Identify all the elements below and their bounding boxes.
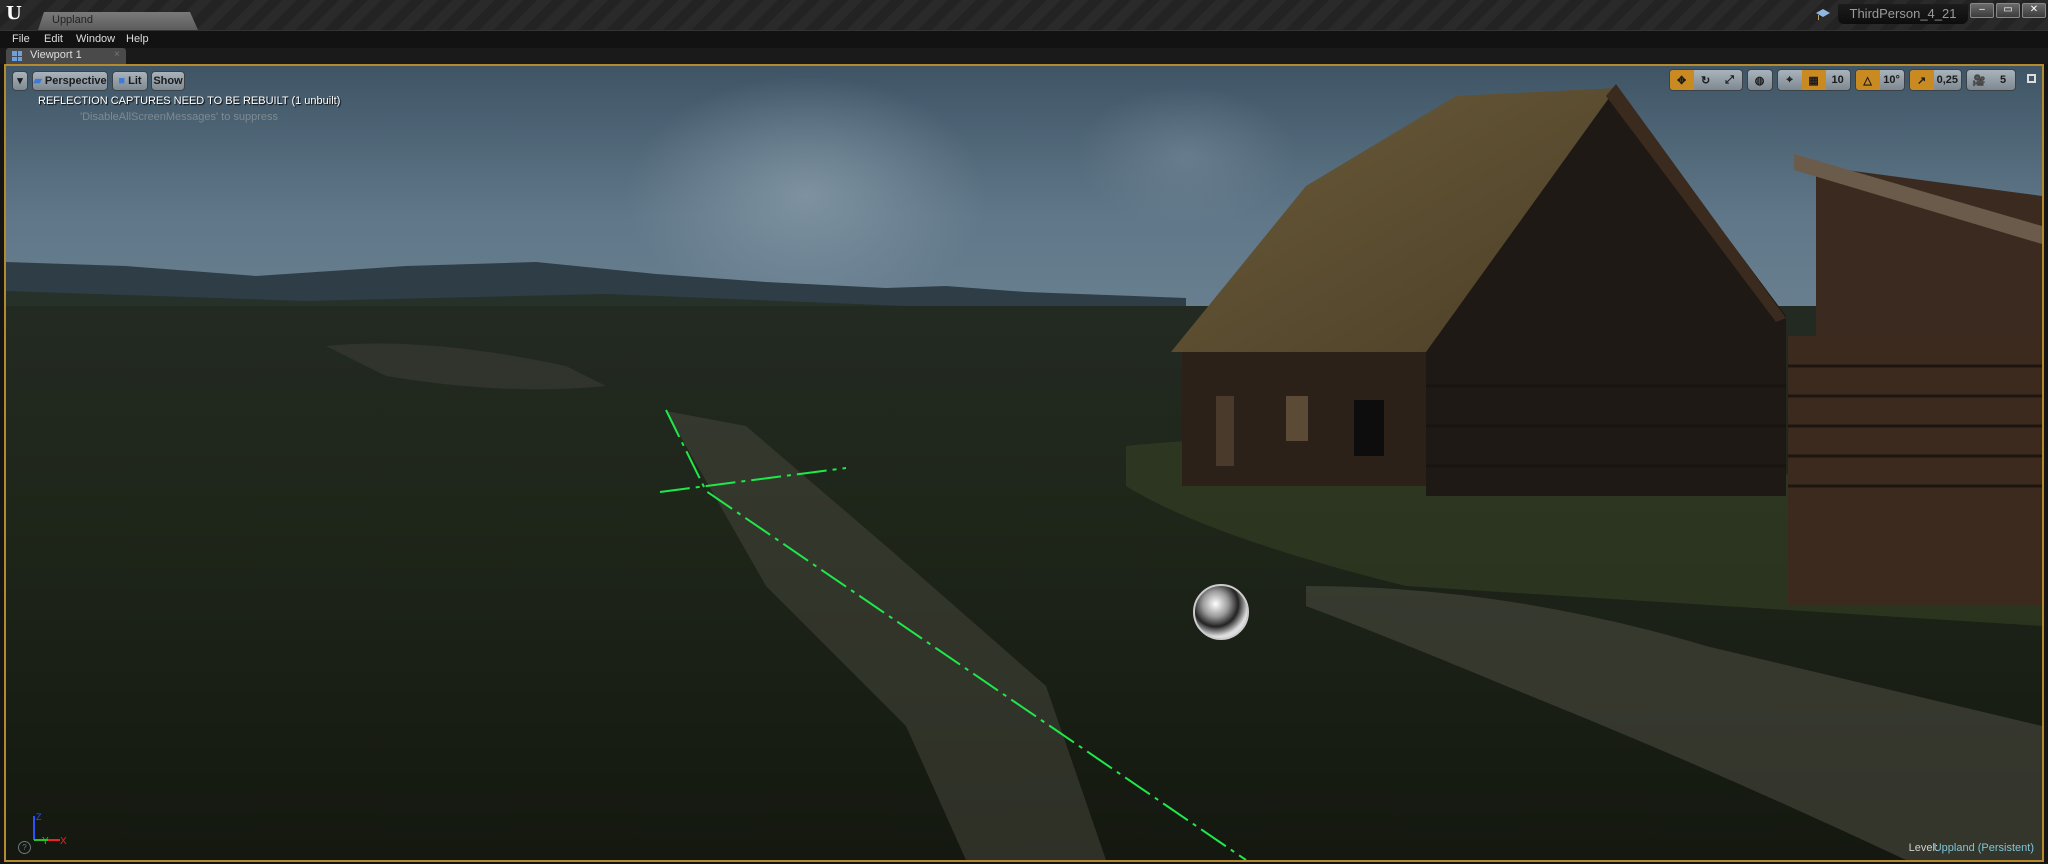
rotation-snap-group: △ 10°	[1854, 69, 1905, 91]
coordinate-space-toggle[interactable]: ◍	[1746, 69, 1773, 91]
scale-mode-icon[interactable]: ⤢	[1718, 70, 1742, 90]
axis-gizmo: Z Y X	[33, 812, 67, 846]
tab-close-icon[interactable]: ×	[114, 49, 120, 60]
unreal-logo-icon[interactable]: U	[6, 4, 26, 24]
tab-viewport-label: Viewport 1	[30, 49, 82, 61]
camera-speed-group[interactable]: 🎥 5	[1966, 69, 2016, 91]
document-tab-label: Uppland	[52, 14, 93, 26]
level-name: Uppland (Persistent)	[1933, 842, 2034, 854]
viewport-options-dropdown[interactable]: ▾	[12, 71, 28, 91]
tab-row: Viewport 1 ×	[0, 48, 2048, 64]
reflection-capture-sphere	[1193, 584, 1249, 640]
minimize-button[interactable]: –	[1970, 3, 1994, 18]
suppress-hint: 'DisableAllScreenMessages' to suppress	[80, 111, 279, 123]
camera-speed-icon: 🎥	[1972, 74, 1986, 87]
document-tab[interactable]: Uppland	[38, 12, 198, 30]
viewport-toolbar-right: ✥ ↻ ⤢ ◍ ⌖ ▦ 10 △ 10° ↗ 0,25 🎥 5	[1665, 69, 2016, 91]
menu-help[interactable]: Help	[126, 33, 149, 45]
viewport-grid-icon	[12, 51, 22, 61]
project-icon	[1816, 9, 1830, 20]
rotate-mode-icon[interactable]: ↻	[1694, 70, 1718, 90]
help-icon[interactable]: ?	[18, 841, 31, 854]
maximize-button[interactable]: ▭	[1996, 3, 2020, 18]
rotation-snap-icon[interactable]: △	[1855, 70, 1880, 90]
perspective-button[interactable]: ▰ Perspective	[32, 71, 108, 91]
house-shutters	[1286, 396, 1308, 441]
translate-mode-icon[interactable]: ✥	[1669, 70, 1694, 90]
title-bar: U Uppland ThirdPerson_4_21 – ▭ ✕	[0, 0, 2048, 30]
tab-viewport-1[interactable]: Viewport 1 ×	[6, 48, 126, 64]
house-door	[1216, 396, 1234, 466]
perspective-label: Perspective	[44, 75, 107, 87]
shed-log-wall	[1788, 336, 2042, 606]
cloud	[1076, 86, 1296, 226]
level-viewport[interactable]: ▾ ▰ Perspective ■ Lit Show REFLECTION CA…	[4, 64, 2044, 862]
perspective-cube-icon: ▰	[33, 75, 45, 87]
rotation-snap-value[interactable]: 10°	[1880, 70, 1904, 90]
scale-snap-value[interactable]: 0,25	[1934, 70, 1961, 90]
grid-snap-icon[interactable]: ▦	[1801, 70, 1826, 90]
world-globe-icon: ◍	[1754, 74, 1765, 87]
scene-render	[6, 66, 2042, 860]
house-window	[1354, 400, 1384, 456]
close-button[interactable]: ✕	[2022, 3, 2046, 18]
scale-snap-group: ↗ 0,25	[1908, 69, 1962, 91]
transform-mode-group: ✥ ↻ ⤢	[1668, 69, 1743, 91]
camera-speed-value: 5	[1999, 74, 2007, 86]
reflection-warning: REFLECTION CAPTURES NEED TO BE REBUILT (…	[38, 95, 341, 107]
menu-file[interactable]: File	[12, 33, 30, 45]
grid-snap-value[interactable]: 10	[1826, 70, 1850, 90]
lit-button[interactable]: ■ Lit	[112, 71, 148, 91]
z-axis-label: Z	[36, 812, 42, 822]
shed-upper-wall	[1816, 166, 2042, 336]
surface-snapping-icon[interactable]: ⌖	[1778, 70, 1802, 90]
menu-edit[interactable]: Edit	[44, 33, 63, 45]
show-button[interactable]: Show	[151, 71, 185, 91]
maximize-viewport-icon[interactable]	[2027, 74, 2036, 83]
y-axis-label: Y	[42, 836, 49, 846]
lit-cube-icon: ■	[118, 75, 129, 87]
x-axis-label: X	[60, 836, 67, 846]
scale-snap-icon[interactable]: ↗	[1909, 70, 1934, 90]
menu-bar: File Edit Window Help	[0, 30, 2048, 49]
snapping-group: ⌖ ▦ 10	[1776, 69, 1851, 91]
menu-window[interactable]: Window	[76, 33, 115, 45]
project-name: ThirdPerson_4_21	[1838, 4, 1968, 24]
lit-label: Lit	[128, 75, 142, 87]
right-shed	[1788, 154, 2042, 606]
